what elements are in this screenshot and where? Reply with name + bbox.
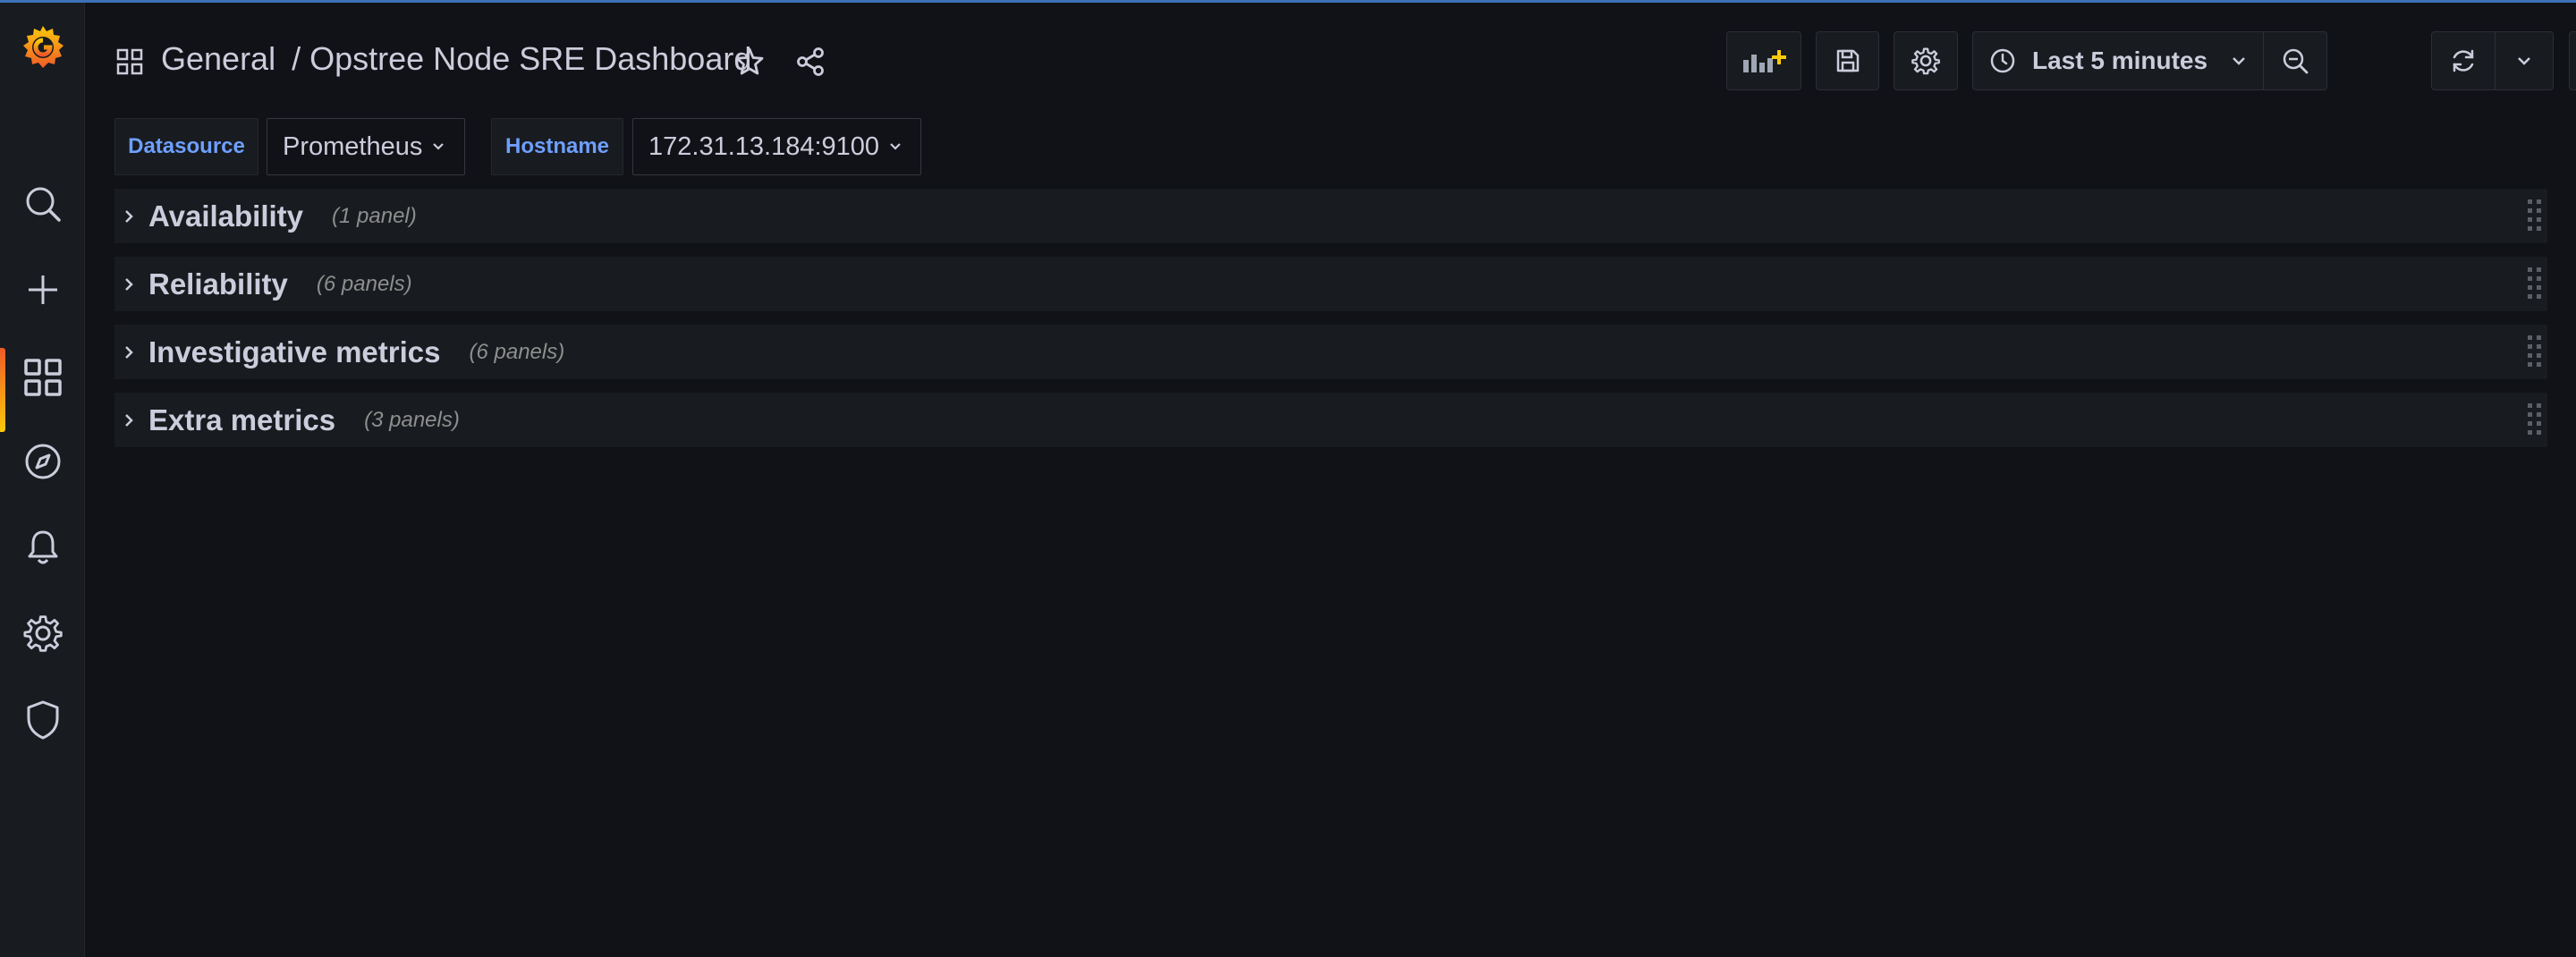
breadcrumb-separator: / — [292, 40, 301, 77]
sidebar — [0, 3, 85, 957]
dashboard-row[interactable]: Investigative metrics (6 panels) — [114, 325, 2547, 379]
alerting-bell-icon[interactable] — [0, 516, 85, 579]
variable-label-datasource: Datasource — [114, 118, 258, 175]
drag-handle-icon[interactable] — [2526, 402, 2544, 442]
zoom-out-button[interactable] — [2263, 31, 2327, 90]
row-title[interactable]: Availability — [148, 199, 303, 233]
chevron-down-icon — [890, 143, 901, 150]
chevron-down-icon — [433, 143, 445, 150]
row-title[interactable]: Investigative metrics — [148, 335, 441, 369]
grafana-logo[interactable] — [16, 21, 70, 74]
chevron-right-icon — [123, 412, 140, 428]
search-icon[interactable] — [0, 173, 85, 235]
clock-icon — [1990, 48, 2015, 73]
zoom-out-icon — [2283, 48, 2309, 74]
dashboard-row[interactable]: Extra metrics (3 panels) — [114, 393, 2547, 447]
row-title[interactable]: Reliability — [148, 267, 288, 301]
variable-value-datasource: Prometheus — [283, 131, 423, 161]
dashboard-title[interactable]: Opstree Node SRE Dashboard — [309, 40, 751, 78]
row-title[interactable]: Extra metrics — [148, 403, 335, 437]
breadcrumb: General / Opstree Node SRE Dashboard — [161, 40, 751, 78]
refresh-icon — [2453, 49, 2474, 72]
variable-label-hostname: Hostname — [491, 118, 623, 175]
dashboard-row[interactable]: Reliability (6 panels) — [114, 257, 2547, 311]
drag-handle-icon[interactable] — [2526, 334, 2544, 374]
variable-value-hostname: 172.31.13.184:9100 — [648, 131, 880, 161]
refresh-button[interactable] — [2431, 31, 2496, 90]
server-admin-shield-icon[interactable] — [0, 689, 85, 751]
plus-icon[interactable] — [0, 258, 85, 321]
row-panel-count: (3 panels) — [364, 407, 460, 432]
add-panel-button[interactable] — [1726, 31, 1801, 90]
drag-handle-icon[interactable] — [2526, 198, 2544, 238]
dashboard-settings-button[interactable] — [1894, 31, 1958, 90]
variable-select-datasource[interactable]: Prometheus — [267, 118, 465, 175]
dashboards-icon[interactable] — [0, 346, 85, 432]
dashboard-main: General / Opstree Node SRE Dashboard Las — [86, 3, 2576, 957]
time-range-label: Last 5 minutes — [2032, 47, 2208, 74]
star-icon[interactable] — [733, 46, 766, 78]
tv-mode-button[interactable] — [2569, 31, 2576, 90]
chevron-down-icon — [2518, 57, 2530, 65]
variable-select-hostname[interactable]: 172.31.13.184:9100 — [632, 118, 921, 175]
row-panel-count: (6 panels) — [469, 339, 565, 364]
dashboard-row[interactable]: Availability (1 panel) — [114, 189, 2547, 243]
explore-compass-icon[interactable] — [0, 430, 85, 493]
time-range-picker[interactable]: Last 5 minutes — [1972, 31, 2264, 90]
configuration-gear-icon[interactable] — [0, 602, 85, 665]
refresh-interval-dropdown[interactable] — [2495, 31, 2554, 90]
share-icon[interactable] — [794, 46, 826, 78]
chevron-right-icon — [123, 276, 140, 292]
row-panel-count: (6 panels) — [316, 271, 412, 296]
save-icon — [1836, 49, 1859, 72]
row-panel-count: (1 panel) — [332, 203, 417, 228]
drag-handle-icon[interactable] — [2526, 266, 2544, 306]
settings-gear-icon — [1911, 47, 1940, 75]
dashboard-grid-icon — [115, 47, 144, 76]
breadcrumb-folder[interactable]: General — [161, 40, 275, 78]
chevron-right-icon — [123, 208, 140, 224]
chevron-right-icon — [123, 344, 140, 360]
save-dashboard-button[interactable] — [1816, 31, 1879, 90]
chevron-down-icon — [2233, 57, 2245, 65]
